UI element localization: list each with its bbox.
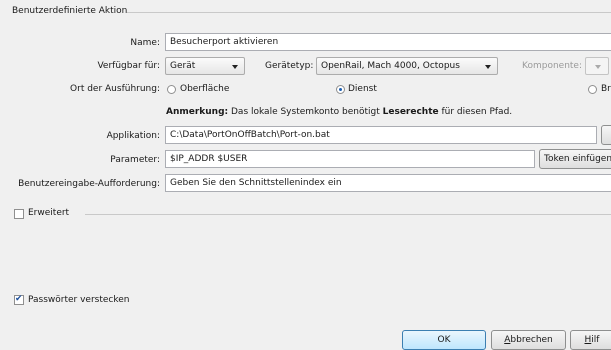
exec-radio-surface-label: Oberfläche <box>180 84 230 94</box>
devicetype-label: Gerätetyp: <box>265 61 314 71</box>
chevron-down-icon <box>232 65 238 69</box>
prompt-label: Benutzereingabe-Aufforderung: <box>18 179 160 189</box>
extended-checkbox[interactable] <box>14 209 24 219</box>
exec-radio-service-label: Dienst <box>348 84 377 94</box>
chevron-down-icon <box>485 65 491 69</box>
note-bold: Leserechte <box>382 107 439 117</box>
note-prefix: Anmerkung: <box>166 107 229 117</box>
extended-label: Erweitert <box>28 208 70 218</box>
group-title: Benutzerdefinierte Aktion <box>12 6 128 16</box>
exec-radio-service[interactable] <box>336 85 345 94</box>
name-label: Name: <box>130 38 160 48</box>
devicetype-select-value: OpenRail, Mach 4000, Octopus <box>321 61 460 71</box>
note-mid: Das lokale Systemkonto benötigt <box>228 107 383 117</box>
help-label-rest: ilf <box>591 335 600 345</box>
exec-radio-other-label: Br <box>601 84 611 94</box>
app-label: Applikation: <box>106 131 160 141</box>
cancel-label-rest: bbrechen <box>510 335 553 345</box>
name-field[interactable]: Besucherport aktivieren <box>165 33 611 51</box>
hide-passwords-label: Passwörter verstecken <box>28 295 130 305</box>
cancel-button[interactable]: Abbrechen <box>491 330 566 350</box>
exec-radio-surface[interactable] <box>167 85 176 94</box>
param-field[interactable]: $IP_ADDR $USER <box>165 150 535 168</box>
devicetype-select[interactable]: OpenRail, Mach 4000, Octopus <box>316 57 498 75</box>
help-button[interactable]: Hilf <box>570 330 611 350</box>
hide-passwords-checkbox[interactable] <box>14 294 24 305</box>
param-label: Parameter: <box>110 155 160 165</box>
chevron-down-icon <box>595 65 601 69</box>
available-label: Verfügbar für: <box>97 61 160 71</box>
component-select[interactable] <box>585 57 609 75</box>
exec-label: Ort der Ausführung: <box>70 84 160 94</box>
extended-divider <box>85 214 611 215</box>
note-suffix: für diesen Pfad. <box>438 107 513 117</box>
component-label: Komponente: <box>522 61 582 71</box>
app-path-field[interactable]: C:\Data\PortOnOffBatch\Port-on.bat <box>165 126 597 144</box>
prompt-field[interactable]: Geben Sie den Schnittstellenindex ein <box>165 174 611 192</box>
insert-token-button[interactable]: Token einfügen <box>539 149 611 169</box>
ok-button[interactable]: OK <box>402 330 486 350</box>
available-select-value: Gerät <box>170 61 196 71</box>
group-divider <box>127 12 611 13</box>
note-text: Anmerkung: Das lokale Systemkonto benöti… <box>166 107 512 117</box>
available-select[interactable]: Gerät <box>165 57 245 75</box>
exec-radio-other[interactable] <box>588 85 597 94</box>
browse-button[interactable] <box>601 125 611 145</box>
